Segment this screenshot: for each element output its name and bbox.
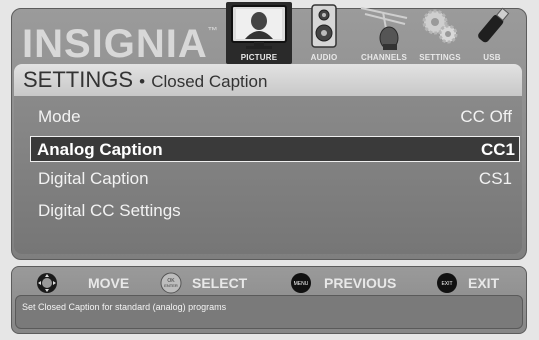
hint-exit-label: EXIT: [468, 275, 500, 291]
exit-button-icon: EXIT: [437, 273, 457, 293]
page-subtitle: Closed Caption: [151, 72, 268, 91]
menu-item-digital-cc-settings[interactable]: Digital CC Settings: [38, 198, 516, 224]
menu-button-icon: MENU: [291, 273, 311, 293]
insignia-logo: INSIGNIA™: [22, 22, 219, 67]
page-title-main: SETTINGS: [23, 67, 134, 92]
svg-text:EXIT: EXIT: [441, 281, 452, 287]
menu-item-label: Digital Caption: [38, 169, 149, 188]
tab-label-audio: AUDIO: [310, 53, 338, 62]
menu-item-label: Digital CC Settings: [38, 201, 181, 220]
menu-item-analog-caption[interactable]: Analog Caption CC1: [30, 136, 520, 162]
gears-icon: [422, 9, 458, 44]
tab-picture[interactable]: PICTURE: [226, 2, 292, 64]
svg-text:ENTER: ENTER: [164, 283, 178, 288]
tab-label-settings: SETTINGS: [419, 53, 461, 62]
picture-icon: [231, 5, 287, 49]
tab-label-channels: CHANNELS: [360, 53, 408, 62]
tab-audio[interactable]: AUDIO: [298, 2, 350, 64]
hint-select-label: SELECT: [192, 275, 248, 291]
menu-item-value: CC Off: [460, 107, 512, 126]
menu-item-value: CC1: [480, 140, 515, 159]
title-separator: •: [139, 72, 146, 91]
tab-usb[interactable]: USB: [470, 2, 514, 64]
speaker-icon: [311, 4, 337, 48]
menu-item-value: CS1: [478, 169, 512, 188]
svg-text:MENU: MENU: [294, 281, 309, 287]
tab-label-usb: USB: [483, 53, 501, 62]
page-title: SETTINGS • Closed Caption: [23, 67, 267, 93]
hint-previous-label: PREVIOUS: [324, 275, 397, 291]
ok-enter-button-icon: OK ENTER: [160, 272, 182, 294]
brand-trademark: ™: [207, 26, 219, 37]
tab-settings[interactable]: SETTINGS: [418, 2, 462, 64]
menu-item-digital-caption[interactable]: Digital Caption CS1: [38, 166, 516, 192]
dpad-icon: [37, 273, 57, 293]
menu-item-label: Mode: [38, 107, 81, 126]
status-text: Set Closed Caption for standard (analog)…: [22, 302, 227, 312]
tab-channels[interactable]: CHANNELS: [354, 2, 414, 64]
brand-name: INSIGNIA: [22, 22, 208, 66]
menu-item-mode[interactable]: Mode CC Off: [38, 104, 516, 130]
antenna-icon: [360, 7, 408, 50]
hint-move-label: MOVE: [88, 275, 130, 291]
menu-item-label: Analog Caption: [37, 140, 163, 159]
tab-label-picture: PICTURE: [240, 53, 278, 62]
usb-stick-icon: [478, 7, 510, 43]
status-bar: [15, 295, 523, 329]
